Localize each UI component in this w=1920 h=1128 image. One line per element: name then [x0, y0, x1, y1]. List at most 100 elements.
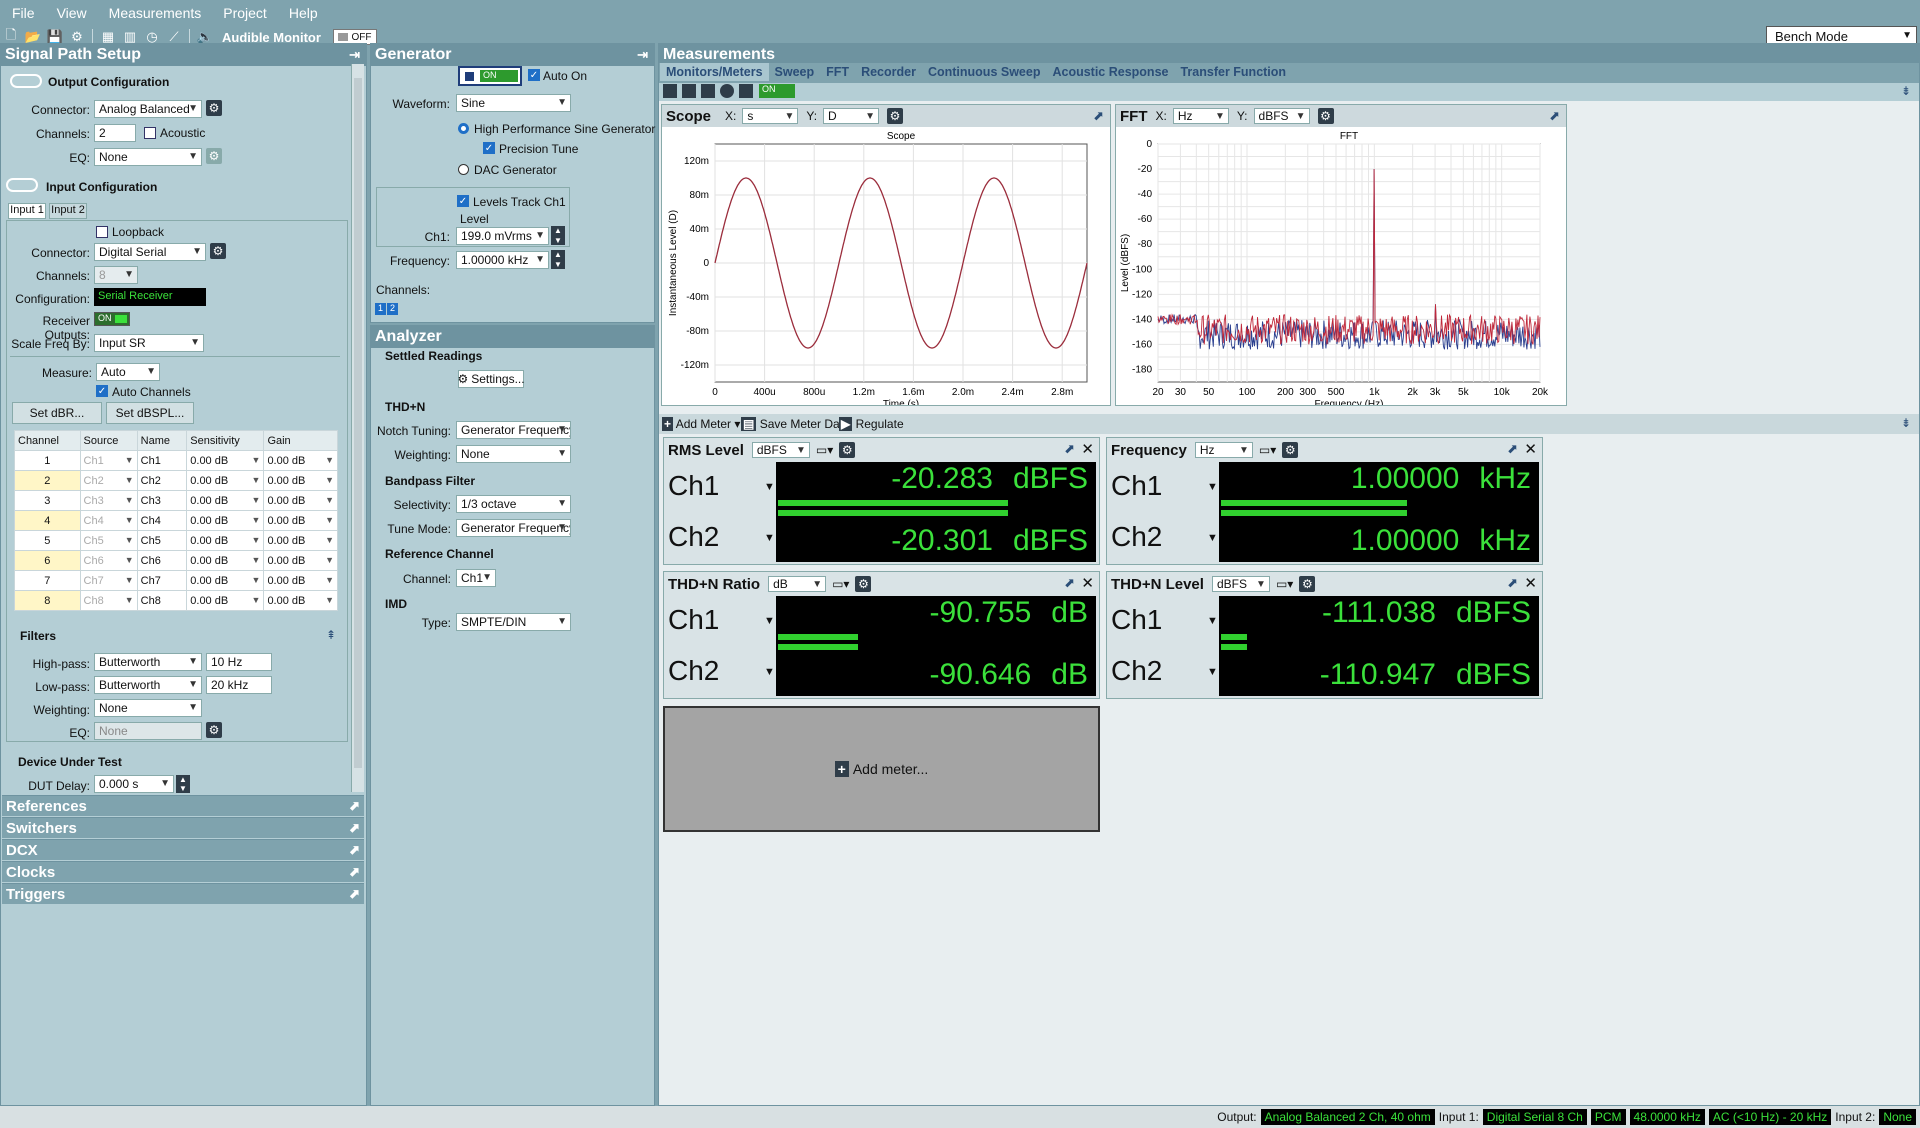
meter-display-icon[interactable]: ▭▾ [1276, 577, 1293, 591]
fft-x-select[interactable]: Hz ▼ [1172, 108, 1229, 124]
highpass-select[interactable]: Butterworth ▼ [94, 653, 202, 671]
close-icon[interactable]: ✕ [1524, 574, 1537, 592]
menu-file[interactable]: File [12, 5, 35, 21]
frequency-select[interactable]: 1.00000 kHz ▼ [456, 251, 549, 269]
cell-sensitivity[interactable]: 0.00 dB ▼ [186, 590, 265, 611]
grid-icon[interactable] [701, 84, 715, 98]
popout-icon[interactable]: ⬈ [349, 820, 360, 836]
highpass-freq-input[interactable]: 10 Hz [206, 653, 272, 671]
tab-sweep[interactable]: Sweep [769, 63, 821, 81]
cell-name[interactable]: Ch6 [136, 550, 188, 571]
tab-recorder[interactable]: Recorder [855, 63, 922, 81]
measure-select[interactable]: Auto ▼ [96, 363, 160, 381]
popout-icon[interactable]: ⬈ [1507, 575, 1518, 591]
cell-sensitivity[interactable]: 0.00 dB ▼ [186, 470, 265, 491]
popout-icon[interactable]: ⬈ [1507, 441, 1518, 457]
meter-unit-select[interactable]: dB ▼ [768, 576, 827, 592]
levels-track-checkbox[interactable]: ✓ [457, 195, 469, 207]
add-meter-button[interactable]: + Add Meter ▾ [662, 417, 740, 431]
chevron-down-icon[interactable]: ▼ [1207, 666, 1218, 678]
popout-icon[interactable]: ⬈ [349, 798, 360, 814]
accordion-switchers[interactable]: Switchers ⬈ [2, 817, 364, 838]
regulate-button[interactable]: ▶ Regulate [839, 417, 904, 431]
close-icon[interactable]: ✕ [1081, 574, 1094, 592]
fft-plot[interactable]: FFT 20 30 50 100 200 300 500 1k 2k 3k 5k 10k 20k 0 -20 -… [1116, 127, 1568, 405]
acoustic-checkbox[interactable] [144, 127, 156, 139]
cell-gain[interactable]: 0.00 dB ▼ [263, 470, 338, 491]
cell-name[interactable]: Ch7 [136, 570, 188, 591]
output-connector-select[interactable]: Analog Balanced ▼ [94, 100, 202, 118]
imd-type-select[interactable]: SMPTE/DIN ▼ [456, 613, 571, 631]
accordion-triggers[interactable]: Triggers ⬈ [2, 883, 364, 904]
hp-sine-radio[interactable] [458, 123, 469, 134]
precision-tune-checkbox[interactable]: ✓ [483, 142, 495, 154]
popout-icon[interactable]: ⬈ [349, 864, 360, 880]
output-channels-stepper[interactable]: 2 [94, 124, 136, 142]
cell-gain[interactable]: 0.00 dB ▼ [263, 490, 338, 511]
cell-sensitivity[interactable]: 0.00 dB ▼ [186, 550, 265, 571]
gear-icon[interactable]: ⚙ [855, 576, 872, 592]
close-icon[interactable]: ✕ [1081, 440, 1094, 458]
tab-continuous-sweep[interactable]: Continuous Sweep [922, 63, 1047, 81]
cell-source[interactable]: Ch4 ▼ [79, 510, 138, 531]
auto-channels-checkbox[interactable]: ✓ [96, 385, 108, 397]
accordion-references[interactable]: References ⬈ [2, 795, 364, 816]
cell-name[interactable]: Ch3 [136, 490, 188, 511]
dut-delay-spinner[interactable]: ▲ ▼ [176, 775, 190, 793]
meter-unit-select[interactable]: dBFS ▼ [1211, 576, 1270, 592]
configuration-value[interactable]: Serial Receiver [94, 288, 206, 306]
input-connector-select[interactable]: Digital Serial ▼ [94, 243, 206, 261]
dut-delay-select[interactable]: 0.000 s ▼ [94, 775, 174, 793]
chevron-down-icon[interactable]: ▼ [764, 532, 775, 544]
chevron-down-icon[interactable]: ▼ [764, 615, 775, 627]
set-dbr-button[interactable]: Set dBR... [12, 402, 102, 424]
lowpass-freq-input[interactable]: 20 kHz [206, 676, 272, 694]
meter-icon[interactable] [663, 84, 677, 98]
popout-icon[interactable]: ⬈ [1093, 108, 1104, 124]
cell-gain[interactable]: 0.00 dB ▼ [263, 570, 338, 591]
popout-icon[interactable]: ⬈ [1064, 575, 1075, 591]
tab-input-1[interactable]: Input 1 [8, 203, 46, 219]
waveform-select[interactable]: Sine ▼ [456, 94, 571, 112]
gear-icon[interactable]: ⚙ [206, 148, 222, 164]
chevron-down-icon[interactable]: ▼ [764, 666, 775, 678]
tab-acoustic-response[interactable]: Acoustic Response [1046, 63, 1174, 81]
pin-icon[interactable]: ⇥ [637, 47, 648, 63]
ch1-level-spinner[interactable]: ▲ ▼ [551, 226, 565, 245]
collapse-icon[interactable]: ⇟ [1901, 416, 1911, 430]
cell-source[interactable]: Ch2 ▼ [79, 470, 138, 491]
analyzer-weighting-select[interactable]: None ▼ [456, 445, 571, 463]
gear-icon[interactable]: ⚙ [206, 722, 222, 738]
gen-channel-1-button[interactable]: 1 [375, 303, 386, 315]
tab-monitors-meters[interactable]: Monitors/Meters [660, 63, 769, 81]
cell-gain[interactable]: 0.00 dB ▼ [263, 590, 338, 611]
popout-icon[interactable]: ⬈ [1549, 108, 1560, 124]
cell-gain[interactable]: 0.00 dB ▼ [263, 450, 338, 471]
cell-gain[interactable]: 0.00 dB ▼ [263, 550, 338, 571]
cell-source[interactable]: Ch5 ▼ [79, 530, 138, 551]
popout-icon[interactable]: ⬈ [349, 886, 360, 902]
cell-name[interactable]: Ch1 [136, 450, 188, 471]
chevron-down-icon[interactable]: ▼ [1207, 481, 1218, 493]
menu-measurements[interactable]: Measurements [109, 5, 202, 21]
gear-icon[interactable]: ⚙ [887, 108, 904, 124]
scope-plot[interactable]: Scope 0 400u 800u 1.2m 1.6m 2.0m 2.4m 2.8m 120m 80… [662, 127, 1112, 405]
output-eq-select[interactable]: None ▼ [94, 148, 202, 166]
fft-y-select[interactable]: dBFS ▼ [1253, 108, 1310, 124]
close-icon[interactable]: ✕ [1524, 440, 1537, 458]
meter-unit-select[interactable]: Hz ▼ [1194, 442, 1253, 458]
collapse-icon[interactable]: ⇟ [1901, 84, 1911, 98]
popout-icon[interactable]: ⬈ [1064, 441, 1075, 457]
tab-transfer-function[interactable]: Transfer Function [1174, 63, 1292, 81]
loopback-checkbox[interactable] [96, 226, 108, 238]
accordion-dcx[interactable]: DCX ⬈ [2, 839, 364, 860]
gear-icon[interactable]: ⚙ [1317, 108, 1334, 124]
menu-help[interactable]: Help [289, 5, 318, 21]
tab-input-2[interactable]: Input 2 [49, 203, 87, 219]
cell-sensitivity[interactable]: 0.00 dB ▼ [186, 450, 265, 471]
ch1-level-select[interactable]: 199.0 mVrms ▼ [456, 227, 549, 245]
add-meter-placeholder[interactable]: + Add meter... [663, 706, 1100, 832]
weighting-select[interactable]: None ▼ [94, 699, 202, 717]
cell-source[interactable]: Ch8 ▼ [79, 590, 138, 611]
scope-x-select[interactable]: s ▼ [742, 108, 799, 124]
